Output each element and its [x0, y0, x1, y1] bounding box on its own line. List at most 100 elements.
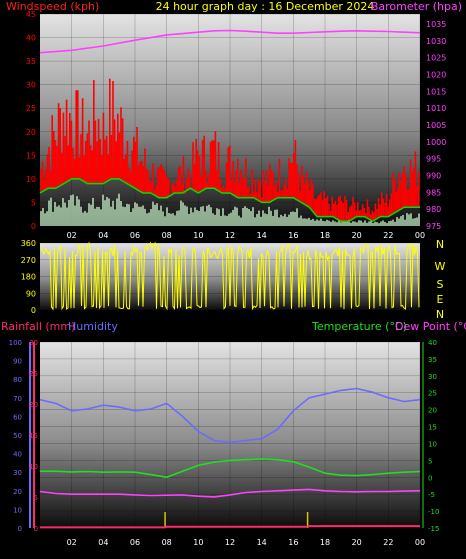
- temperature-tick-label: 35: [428, 356, 437, 364]
- direction-tick-label: 360: [21, 239, 36, 248]
- temperature-tick-label: -15: [428, 525, 439, 533]
- dewpoint-axis-title: Dew Point (°C): [395, 320, 466, 333]
- wind-x-tick-label: 18: [320, 231, 330, 240]
- humidity-tick-label: 40: [13, 451, 22, 459]
- temp-x-tick-label: 22: [383, 538, 393, 547]
- barometer-tick-label: 1030: [426, 37, 446, 46]
- direction-tick-label: 90: [26, 289, 36, 298]
- humidity-tick-label: 50: [13, 432, 22, 440]
- humidity-tick-label: 0: [18, 525, 22, 533]
- compass-label: E: [437, 293, 444, 306]
- windspeed-axis: 0 5 10 15 20 25 30 35 40 45: [26, 10, 36, 231]
- direction-axis: 0 90 180 270 360: [21, 239, 36, 315]
- barometer-tick-label: 1010: [426, 104, 446, 113]
- temp-x-tick-label: 18: [320, 538, 330, 547]
- compass-label: W: [435, 260, 446, 273]
- barometer-tick-label: 1005: [426, 121, 446, 130]
- direction-tick-label: 180: [21, 273, 36, 282]
- wind-x-tick-label: 06: [130, 231, 140, 240]
- barometer-tick-label: 1025: [426, 54, 446, 63]
- temperature-tick-label: 15: [428, 424, 437, 432]
- temp-panel: Rainfall (mm) Humidity Temperature (°C) …: [1, 320, 466, 547]
- direction-tick-label: 0: [31, 306, 36, 315]
- temp-x-tick-label: 00: [415, 538, 425, 547]
- temperature-tick-label: -5: [428, 491, 435, 499]
- wind-x-tick-label: 04: [98, 231, 108, 240]
- windspeed-tick-label: 15: [26, 151, 36, 160]
- wind-x-tick-label: 00: [415, 231, 425, 240]
- temp-x-tick-label: 14: [257, 538, 267, 547]
- barometer-tick-label: 1000: [426, 138, 446, 147]
- temp-x-tick-label: 16: [288, 538, 298, 547]
- temp-x-tick-label: 10: [193, 538, 203, 547]
- temp-x-axis: 02 04 06 08 10 12 14 16 18 20 22 00: [67, 538, 426, 547]
- barometer-tick-label: 990: [426, 172, 441, 181]
- humidity-tick-label: 60: [13, 413, 22, 421]
- temperature-tick-label: 10: [428, 440, 437, 448]
- rain-tick-label: 20: [29, 401, 38, 409]
- humidity-tick-label: 80: [13, 376, 22, 384]
- temp-x-tick-label: 02: [67, 538, 77, 547]
- humidity-tick-label: 10: [13, 506, 22, 514]
- rain-tick-label: 5: [34, 494, 38, 502]
- barometer-tick-label: 975: [426, 222, 441, 231]
- wind-x-tick-label: 14: [257, 231, 267, 240]
- humidity-tick-label: 100: [9, 339, 22, 347]
- humidity-tick-label: 30: [13, 469, 22, 477]
- windspeed-tick-label: 0: [31, 222, 36, 231]
- wind-x-tick-label: 10: [193, 231, 203, 240]
- page-title: 24 hour graph day : 16 December 2024: [156, 0, 375, 13]
- temp-x-tick-label: 12: [225, 538, 235, 547]
- wind-baro-panel: Windspeed (kph) 24 hour graph day : 16 D…: [6, 0, 462, 240]
- rain-tick-label: 15: [29, 432, 38, 440]
- wind-x-tick-label: 08: [162, 231, 172, 240]
- rainfall-axis-title: Rainfall (mm): [1, 320, 75, 333]
- wind-x-tick-label: 20: [352, 231, 362, 240]
- humidity-axis-title: Humidity: [68, 320, 118, 333]
- windspeed-tick-label: 45: [26, 10, 36, 19]
- humidity-tick-label: 70: [13, 395, 22, 403]
- humidity-tick-label: 20: [13, 488, 22, 496]
- temperature-axis: -15 -10 -5 0 5 10 15 20 25 30 35 40: [428, 339, 439, 533]
- barometer-tick-label: 1015: [426, 87, 446, 96]
- temperature-tick-label: 20: [428, 407, 437, 415]
- barometer-tick-label: 1020: [426, 71, 446, 80]
- temp-x-tick-label: 04: [98, 538, 108, 547]
- windspeed-tick-label: 20: [26, 128, 36, 137]
- temperature-tick-label: 30: [428, 373, 437, 381]
- compass-label: S: [437, 278, 444, 291]
- barometer-tick-label: 1035: [426, 20, 446, 29]
- barometer-axis: 975 980 985 990 995 1000 1005 1010 1015 1020 1025 1…: [426, 20, 446, 231]
- temperature-tick-label: 40: [428, 339, 437, 347]
- windspeed-tick-label: 30: [26, 81, 36, 90]
- temperature-axis-title: Temperature (°C): [311, 320, 407, 333]
- windspeed-tick-label: 40: [26, 34, 36, 43]
- temp-x-tick-label: 20: [352, 538, 362, 547]
- rain-tick-label: 25: [29, 370, 38, 378]
- humidity-axis: 0 10 20 30 40 50 60 70 80 90 100: [9, 339, 22, 533]
- rain-tick-label: 10: [29, 463, 38, 471]
- compass-labels: NWSEN: [435, 238, 446, 321]
- windspeed-tick-label: 25: [26, 104, 36, 113]
- barometer-tick-label: 985: [426, 188, 441, 197]
- wind-x-tick-label: 16: [288, 231, 298, 240]
- windspeed-tick-label: 10: [26, 175, 36, 184]
- direction-panel: 090180270360 NWSEN: [21, 238, 446, 321]
- humidity-tick-label: 90: [13, 358, 22, 366]
- temperature-tick-label: -10: [428, 508, 439, 516]
- wind-x-axis: 02 04 06 08 10 12 14 16 18 20 22 00: [67, 231, 426, 240]
- temperature-tick-label: 5: [428, 457, 432, 465]
- direction-tick-label: 270: [21, 256, 36, 265]
- weather-chart-svg: Windspeed (kph) 24 hour graph day : 16 D…: [1, 0, 466, 547]
- barometer-tick-label: 980: [426, 205, 441, 214]
- weather-graph: Windspeed (kph) 24 hour graph day : 16 D…: [0, 0, 466, 555]
- windspeed-tick-label: 35: [26, 57, 36, 66]
- wind-x-tick-label: 02: [67, 231, 77, 240]
- compass-label: N: [436, 238, 444, 251]
- barometer-tick-label: 995: [426, 155, 441, 164]
- rain-tick-label: 30: [29, 339, 38, 347]
- temperature-tick-label: 25: [428, 390, 437, 398]
- rain-tick-label: 0: [34, 525, 38, 533]
- wind-x-tick-label: 22: [383, 231, 393, 240]
- windspeed-axis-title: Windspeed (kph): [6, 0, 99, 13]
